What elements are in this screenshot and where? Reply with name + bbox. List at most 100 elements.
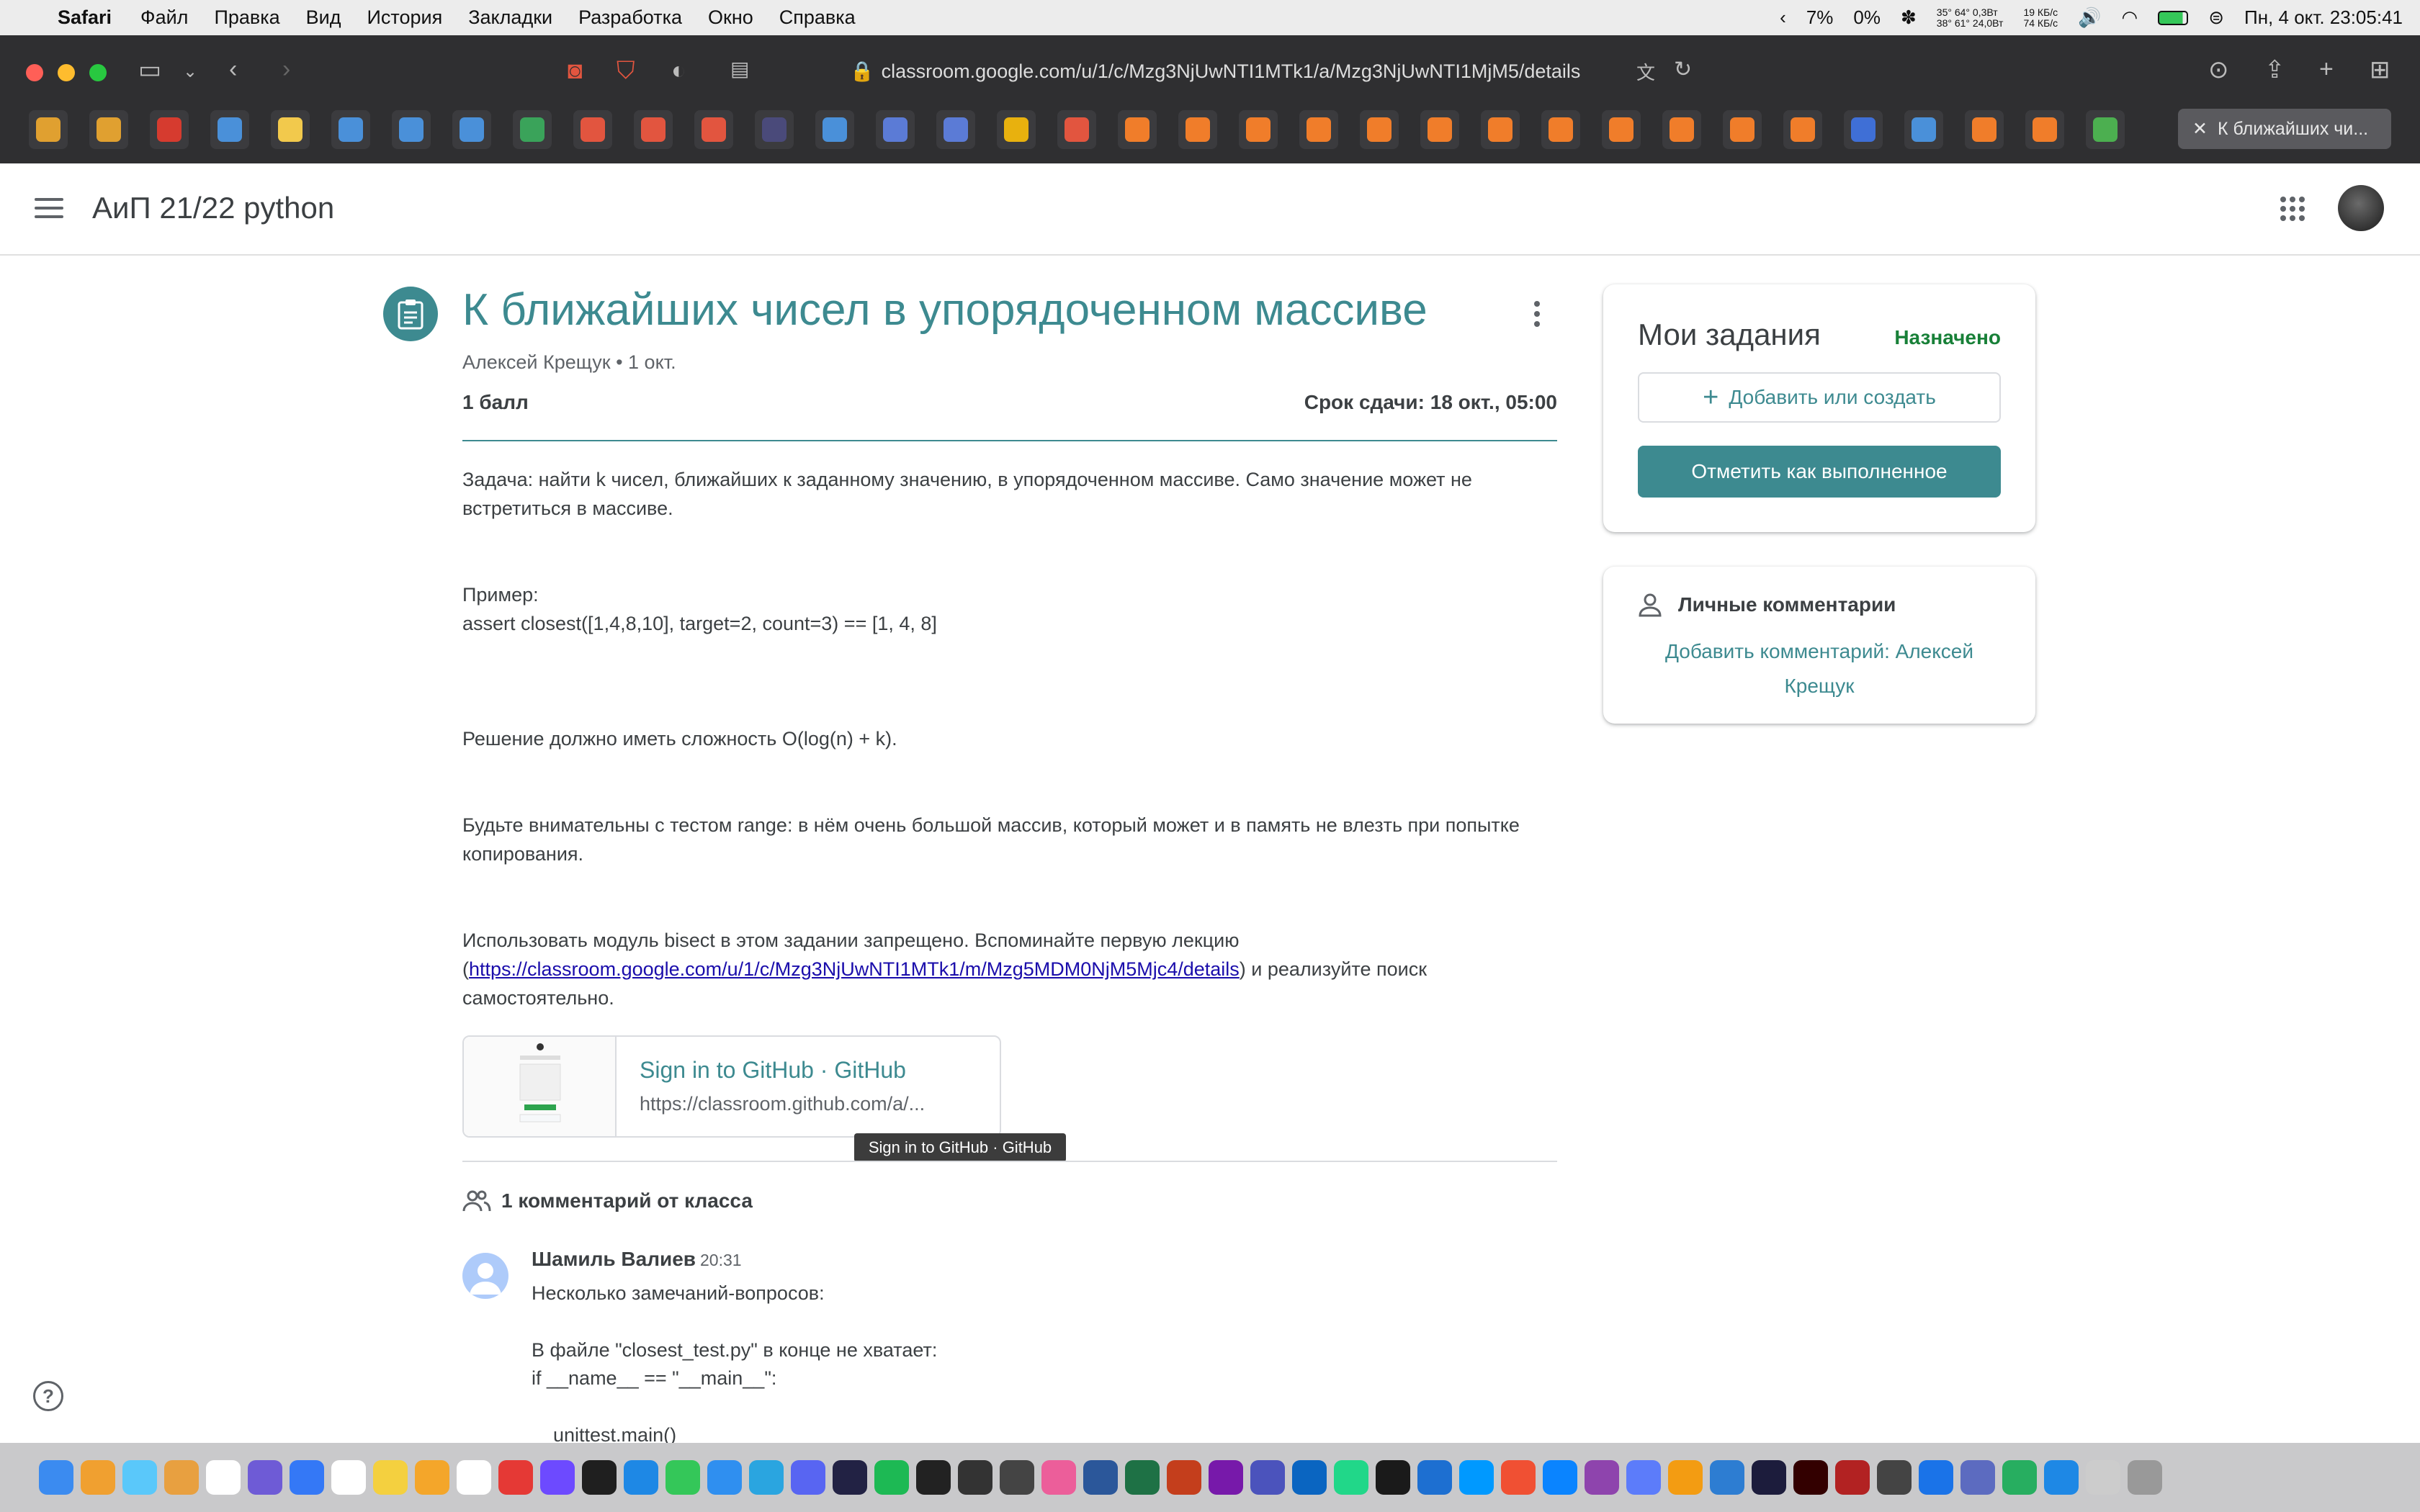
dock-app-icon[interactable] xyxy=(540,1460,575,1495)
dock-app-icon[interactable] xyxy=(1626,1460,1661,1495)
close-window-button[interactable] xyxy=(26,64,43,81)
add-private-comment-link[interactable]: Добавить комментарий: Алексей Крещук xyxy=(1632,634,2007,703)
volume-icon[interactable]: 🔊 xyxy=(2078,6,2101,29)
gpu-usage[interactable]: 0% xyxy=(1853,6,1881,29)
pinned-tab[interactable] xyxy=(513,110,552,149)
dock-app-icon[interactable] xyxy=(916,1460,951,1495)
dock-app-icon[interactable] xyxy=(791,1460,825,1495)
menu-app-name[interactable]: Safari xyxy=(58,6,112,29)
dock-app-icon[interactable] xyxy=(874,1460,909,1495)
pinned-tab[interactable] xyxy=(210,110,249,149)
dock-app-icon[interactable] xyxy=(582,1460,617,1495)
dock-app-icon[interactable] xyxy=(122,1460,157,1495)
zoom-window-button[interactable] xyxy=(89,64,107,81)
dock-app-icon[interactable] xyxy=(81,1460,115,1495)
github-attachment-card[interactable]: Sign in to GitHub · GitHub https://class… xyxy=(462,1035,1001,1138)
menu-item[interactable]: Окно xyxy=(708,6,753,29)
dock-app-icon[interactable] xyxy=(749,1460,784,1495)
dock-app-icon[interactable] xyxy=(2128,1460,2162,1495)
dock-app-icon[interactable] xyxy=(624,1460,658,1495)
forward-icon[interactable]: › xyxy=(282,55,290,84)
dock-app-icon[interactable] xyxy=(2044,1460,2079,1495)
pinned-tab[interactable] xyxy=(876,110,915,149)
wifi-icon[interactable]: ◠ xyxy=(2122,6,2138,29)
dock-app-icon[interactable] xyxy=(248,1460,282,1495)
dock-app-icon[interactable] xyxy=(666,1460,700,1495)
dock-app-icon[interactable] xyxy=(1083,1460,1118,1495)
pinned-tab[interactable] xyxy=(150,110,189,149)
pinned-tab[interactable] xyxy=(1904,110,1943,149)
pinned-tab[interactable] xyxy=(936,110,975,149)
menu-item[interactable]: Справка xyxy=(779,6,856,29)
dock-app-icon[interactable] xyxy=(1417,1460,1452,1495)
add-or-create-button[interactable]: + Добавить или создать xyxy=(1638,372,2001,423)
pinned-tab[interactable] xyxy=(1239,110,1278,149)
active-tab[interactable]: ✕ К ближайших чи... xyxy=(2178,109,2391,149)
dock-app-icon[interactable] xyxy=(1877,1460,1912,1495)
pinned-tab[interactable] xyxy=(1420,110,1459,149)
pinned-tab[interactable] xyxy=(1723,110,1762,149)
dock-app-icon[interactable] xyxy=(1710,1460,1744,1495)
pinned-tab[interactable] xyxy=(755,110,794,149)
pinned-tab[interactable] xyxy=(2025,110,2064,149)
pinned-tab[interactable] xyxy=(1178,110,1217,149)
cpu-usage[interactable]: 7% xyxy=(1806,6,1834,29)
menu-item[interactable]: Закладки xyxy=(468,6,552,29)
pinned-tab[interactable] xyxy=(1057,110,1096,149)
control-center-icon[interactable]: ⊜ xyxy=(2208,6,2224,29)
pinned-tab[interactable] xyxy=(29,110,68,149)
chevron-left-icon[interactable]: ‹ xyxy=(1780,6,1786,29)
dock-app-icon[interactable] xyxy=(373,1460,408,1495)
pinned-tab[interactable] xyxy=(1783,110,1822,149)
pinned-tab[interactable] xyxy=(1360,110,1399,149)
mark-as-done-button[interactable]: Отметить как выполненное xyxy=(1638,446,2001,498)
menu-item[interactable]: Разработка xyxy=(578,6,682,29)
pinned-tab[interactable] xyxy=(1965,110,2004,149)
dock-app-icon[interactable] xyxy=(1292,1460,1327,1495)
dock-app-icon[interactable] xyxy=(1041,1460,1076,1495)
pinned-tab[interactable] xyxy=(573,110,612,149)
pinned-tab[interactable] xyxy=(2086,110,2125,149)
pinned-tab[interactable] xyxy=(1118,110,1157,149)
pinned-tab[interactable] xyxy=(271,110,310,149)
menubar-clock[interactable]: Пн, 4 окт. 23:05:41 xyxy=(2244,6,2403,29)
dock-app-icon[interactable] xyxy=(2002,1460,2037,1495)
lecture-link[interactable]: https://classroom.google.com/u/1/c/Mzg3N… xyxy=(469,958,1240,980)
account-avatar[interactable] xyxy=(2338,185,2384,231)
dock-app-icon[interactable] xyxy=(1960,1460,1995,1495)
dock-app-icon[interactable] xyxy=(290,1460,324,1495)
network-readout[interactable]: 19 КБ/с 74 КБ/с xyxy=(2023,6,2058,29)
url-text[interactable]: classroom.google.com/u/1/c/Mzg3NjUwNTI1M… xyxy=(882,60,1581,83)
dock-app-icon[interactable] xyxy=(1835,1460,1870,1495)
dock-app-icon[interactable] xyxy=(707,1460,742,1495)
pinned-tab[interactable] xyxy=(1602,110,1641,149)
share-icon[interactable]: ⇪ xyxy=(2264,55,2285,84)
dock-app-icon[interactable] xyxy=(39,1460,73,1495)
pinned-tab[interactable] xyxy=(1541,110,1580,149)
pinned-tab[interactable] xyxy=(452,110,491,149)
menu-item[interactable]: Вид xyxy=(306,6,341,29)
dock-app-icon[interactable] xyxy=(1668,1460,1703,1495)
dock-app-icon[interactable] xyxy=(331,1460,366,1495)
dock-app-icon[interactable] xyxy=(1793,1460,1828,1495)
dock-app-icon[interactable] xyxy=(958,1460,992,1495)
downloads-icon[interactable]: ⊙ xyxy=(2208,55,2229,84)
dock-app-icon[interactable] xyxy=(498,1460,533,1495)
dock-app-icon[interactable] xyxy=(1752,1460,1786,1495)
pinned-tab[interactable] xyxy=(392,110,431,149)
reload-icon[interactable]: ↻ xyxy=(1674,57,1692,82)
dock-app-icon[interactable] xyxy=(164,1460,199,1495)
dock-app-icon[interactable] xyxy=(457,1460,491,1495)
dock-app-icon[interactable] xyxy=(1000,1460,1034,1495)
pinned-tab[interactable] xyxy=(1662,110,1701,149)
dock-app-icon[interactable] xyxy=(1209,1460,1243,1495)
dock-app-icon[interactable] xyxy=(206,1460,241,1495)
dock-app-icon[interactable] xyxy=(1543,1460,1577,1495)
minimize-window-button[interactable] xyxy=(58,64,75,81)
dock-app-icon[interactable] xyxy=(1334,1460,1368,1495)
menu-item[interactable]: Правка xyxy=(214,6,279,29)
menu-item[interactable]: История xyxy=(367,6,443,29)
dock-app-icon[interactable] xyxy=(833,1460,867,1495)
attachment-title[interactable]: Sign in to GitHub · GitHub xyxy=(640,1057,906,1084)
pinned-tab[interactable] xyxy=(1844,110,1883,149)
